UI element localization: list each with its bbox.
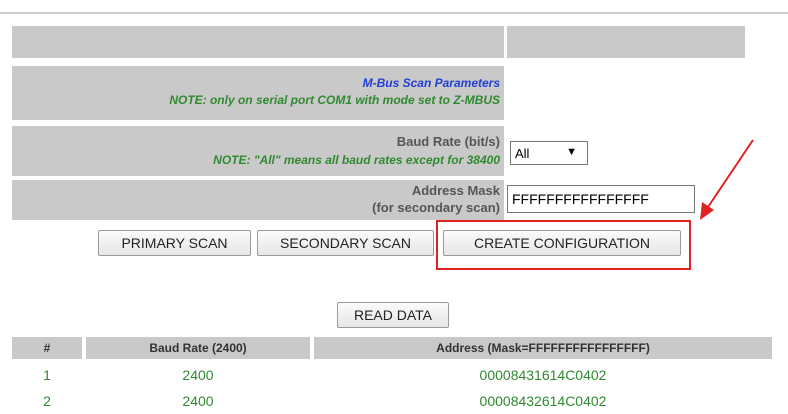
scan-params-section: M-Bus Scan Parameters NOTE: only on seri… — [12, 66, 504, 120]
row-2-index: 2 — [43, 393, 51, 409]
scan-params-title: M-Bus Scan Parameters — [362, 76, 500, 90]
address-mask-label: Address Mask — [411, 183, 500, 198]
highlight-box — [436, 220, 691, 270]
annotation-arrow-icon — [700, 139, 754, 220]
baud-rate-value: All — [515, 145, 530, 161]
col-header-address: Address (Mask=FFFFFFFFFFFFFFFF) — [314, 337, 772, 359]
secondary-scan-button[interactable]: SECONDARY SCAN — [257, 230, 434, 256]
primary-scan-button[interactable]: PRIMARY SCAN — [98, 230, 251, 256]
baud-rate-label-cell: Baud Rate (bit/s) NOTE: "All" means all … — [12, 126, 504, 176]
address-mask-label-cell: Address Mask (for secondary scan) — [12, 180, 504, 220]
address-mask-sublabel: (for secondary scan) — [372, 200, 500, 215]
baud-rate-select[interactable]: All ▼ — [510, 141, 588, 165]
read-data-button[interactable]: READ DATA — [337, 302, 449, 328]
scan-params-note: NOTE: only on serial port COM1 with mode… — [169, 93, 500, 107]
col-header-baud-rate: Baud Rate (2400) — [86, 337, 310, 359]
col-header-index: # — [12, 337, 82, 359]
row-1-index: 1 — [43, 367, 51, 383]
header-bar-left — [12, 26, 504, 58]
address-mask-input[interactable]: FFFFFFFFFFFFFFFF — [507, 185, 695, 213]
header-bar-right — [507, 26, 745, 58]
top-divider — [0, 12, 788, 14]
row-2-address: 00008432614C0402 — [479, 393, 607, 409]
row-1-address: 00008431614C0402 — [479, 367, 607, 383]
row-2-baud-rate: 2400 — [182, 393, 214, 409]
chevron-down-icon: ▼ — [566, 146, 577, 158]
baud-rate-label: Baud Rate (bit/s) — [396, 134, 500, 149]
baud-rate-note: NOTE: "All" means all baud rates except … — [213, 153, 500, 167]
row-1-baud-rate: 2400 — [182, 367, 214, 383]
